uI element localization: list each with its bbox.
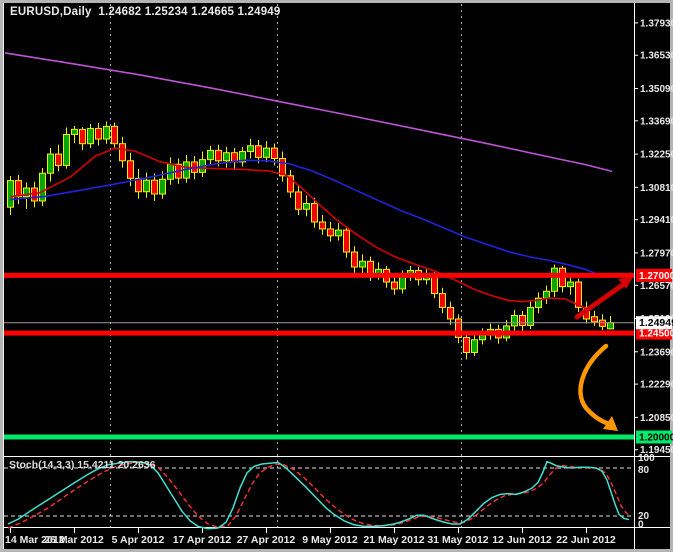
highlighted-price-label: 1.20000	[639, 433, 673, 444]
x-axis-date-label: 12 Jun 2012	[492, 534, 552, 546]
stoch-axis-label: 100	[638, 453, 655, 464]
x-axis-date-label: 17 Apr 2012	[173, 534, 232, 546]
y-axis-tick-label: 1.36530	[640, 51, 673, 62]
bear-candle	[119, 143, 126, 162]
bull-candle	[359, 260, 366, 268]
highlighted-price-label: 1.27000	[639, 271, 673, 282]
horizontal-band	[4, 330, 634, 336]
bull-candle	[607, 322, 614, 330]
bull-candle	[335, 229, 342, 237]
bull-candle	[63, 133, 70, 166]
y-axis-tick-label: 1.35090	[640, 84, 673, 95]
x-axis-date-label: 31 May 2012	[427, 534, 488, 546]
bear-candle	[55, 153, 62, 166]
highlighted-price-label: 1.24500	[639, 329, 673, 340]
bull-candle	[567, 281, 574, 288]
stoch-axis-label: 0	[638, 520, 644, 531]
bull-candle	[159, 178, 166, 195]
x-axis-date-label: 26 Mar 2012	[44, 534, 104, 546]
y-axis-tick-label: 1.23690	[640, 347, 673, 358]
bull-candle	[103, 125, 110, 140]
frame-left	[0, 0, 3, 552]
bull-candle	[247, 145, 254, 153]
bear-candle	[127, 160, 134, 179]
bear-candle	[463, 336, 470, 353]
bear-candle	[327, 228, 334, 237]
x-axis-date-label: 9 May 2012	[302, 534, 358, 546]
y-axis-tick-label: 1.32250	[640, 150, 673, 161]
bull-candle	[207, 149, 214, 161]
chart-window: 1.37930 1.36530 1.35090 1.33690 1.32250 1.308…	[0, 0, 673, 552]
y-axis-tick-label: 1.22290	[640, 380, 673, 391]
bull-candle	[87, 127, 94, 145]
x-axis-date-label: 22 Jun 2012	[556, 534, 616, 546]
bull-candle	[7, 180, 14, 208]
bull-candle	[303, 203, 310, 210]
horizontal-band	[4, 434, 634, 440]
bear-candle	[391, 281, 398, 290]
bear-candle	[439, 293, 446, 308]
bull-candle	[223, 152, 230, 162]
x-axis-date-label: 5 Apr 2012	[112, 534, 165, 546]
bear-candle	[79, 128, 86, 145]
bear-candle	[431, 274, 438, 295]
bear-candle	[271, 147, 278, 159]
y-axis-tick-label: 1.33690	[640, 116, 673, 127]
y-axis-tick-label: 1.29410	[640, 215, 673, 226]
bear-candle	[151, 179, 158, 195]
bull-candle	[263, 147, 270, 158]
bull-candle	[511, 315, 518, 327]
bear-candle	[591, 316, 598, 323]
bear-candle	[295, 191, 302, 210]
price-chart-canvas[interactable]: 1.37930 1.36530 1.35090 1.33690 1.32250 1.308…	[0, 0, 673, 552]
bull-candle	[551, 267, 558, 292]
frame-top	[0, 0, 673, 3]
bull-candle	[471, 339, 478, 353]
y-axis-tick-label: 1.26570	[640, 281, 673, 292]
bear-candle	[311, 203, 318, 223]
bull-candle	[543, 290, 550, 299]
bull-candle	[71, 128, 78, 135]
bull-candle	[479, 334, 486, 341]
bull-candle	[143, 179, 150, 193]
bear-candle	[599, 319, 606, 327]
x-axis-date-label: 21 May 2012	[363, 534, 424, 546]
bear-candle	[95, 127, 102, 140]
bear-candle	[447, 306, 454, 320]
horizontal-band	[4, 272, 634, 278]
x-axis-date-label: 27 Apr 2012	[237, 534, 296, 546]
y-axis-tick-label: 1.20850	[640, 413, 673, 424]
bear-candle	[15, 180, 22, 198]
bear-candle	[519, 315, 526, 326]
stoch-axis-label: 80	[638, 465, 650, 476]
bull-candle	[47, 153, 54, 174]
bear-candle	[215, 149, 222, 162]
current-price-label: 1.24949	[639, 317, 673, 329]
y-axis-tick-label: 1.27970	[640, 248, 673, 259]
y-axis-tick-label: 1.37930	[640, 18, 673, 29]
bear-candle	[351, 251, 358, 268]
bear-candle	[111, 125, 118, 145]
bear-candle	[319, 221, 326, 230]
bear-candle	[343, 229, 350, 253]
y-axis-tick-label: 1.30810	[640, 183, 673, 194]
bear-candle	[255, 145, 262, 158]
